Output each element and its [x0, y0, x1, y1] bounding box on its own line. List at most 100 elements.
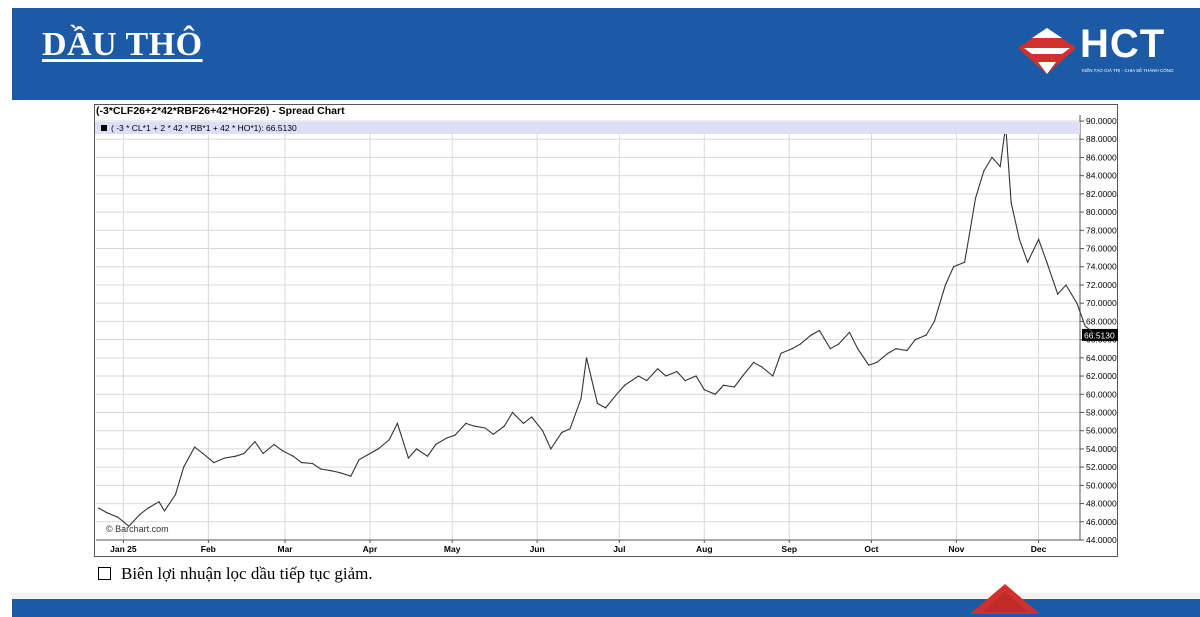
- spread-data-point: [254, 441, 256, 443]
- y-tick-label: 82.0000: [1086, 189, 1117, 199]
- spread-data-point: [484, 427, 486, 429]
- y-tick-label: 44.0000: [1086, 535, 1117, 545]
- axis-layer: 44.0000 46.0000 48.0000 50.0000 52.0000 54.00…: [96, 115, 1118, 554]
- spread-data-point: [503, 425, 505, 427]
- y-tick-label: 52.0000: [1086, 462, 1117, 472]
- y-tick-label: 58.0000: [1086, 407, 1117, 417]
- y-tick-label: 76.0000: [1086, 244, 1117, 254]
- spread-data-point: [848, 331, 851, 333]
- spread-data-point: [857, 348, 859, 350]
- y-tick-label: 72.0000: [1086, 280, 1117, 290]
- spread-data-point: [665, 375, 667, 377]
- spread-data-point: [426, 455, 429, 457]
- y-tick-label: 78.0000: [1086, 225, 1117, 235]
- spread-chart: 44.0000 46.0000 48.0000 50.0000 52.0000 54.00…: [96, 115, 1118, 554]
- spread-data-point: [964, 261, 966, 263]
- x-tick-label: Aug: [696, 544, 713, 554]
- bullet-note: Biên lợi nhuận lọc dầu tiếp tục giảm.: [98, 564, 373, 584]
- x-tick-label: Apr: [363, 544, 378, 554]
- spread-data-point: [969, 229, 971, 231]
- spread-data-point: [837, 343, 840, 345]
- spread-data-point: [829, 348, 831, 350]
- spread-data-point: [358, 459, 360, 461]
- x-tick-label: Oct: [864, 544, 878, 554]
- spread-data-point: [281, 450, 283, 452]
- spread-data-point: [473, 425, 475, 427]
- x-tick-label: Jul: [613, 544, 625, 554]
- spread-data-point: [605, 407, 607, 409]
- spread-data-point: [202, 452, 204, 455]
- spread-data-point: [999, 165, 1001, 168]
- spread-data-point: [320, 468, 322, 470]
- spread-data-point: [1057, 293, 1059, 295]
- spread-data-point: [799, 343, 801, 345]
- spread-data-point: [657, 368, 659, 370]
- spread-data-point: [1095, 334, 1097, 336]
- x-tick-label: Sep: [781, 544, 797, 554]
- spread-data-point: [292, 455, 294, 457]
- spread-data-point: [139, 513, 141, 516]
- spread-data-point: [531, 416, 533, 418]
- spread-data-point: [174, 493, 177, 496]
- spread-data-point: [953, 266, 955, 268]
- spread-data-point: [933, 320, 936, 322]
- spread-data-point: [580, 398, 582, 400]
- x-tick-label: Mar: [277, 544, 293, 554]
- spread-data-point: [676, 370, 678, 373]
- spread-data-point: [646, 380, 648, 382]
- spread-data-point: [780, 352, 782, 354]
- spread-data-point: [388, 439, 390, 441]
- spread-data-point: [703, 389, 705, 391]
- y-tick-label: 74.0000: [1086, 262, 1117, 272]
- spread-data-point: [944, 284, 947, 286]
- spread-data-point: [991, 156, 993, 158]
- y-tick-label: 46.0000: [1086, 517, 1117, 527]
- spread-data-point: [1018, 238, 1021, 240]
- x-tick-label: Jan 25: [110, 544, 137, 554]
- spread-data-point: [868, 364, 870, 366]
- spread-data-point: [511, 411, 514, 414]
- spread-data-point: [377, 448, 379, 450]
- spread-data-point: [98, 507, 100, 509]
- spread-data-point: [117, 516, 119, 518]
- spread-series-line: [98, 125, 1097, 528]
- y-tick-label: 64.0000: [1086, 353, 1117, 363]
- y-tick-label: 48.0000: [1086, 499, 1117, 509]
- spread-data-point: [311, 462, 314, 465]
- spread-data-point: [695, 375, 697, 377]
- y-tick-label: 54.0000: [1086, 444, 1117, 454]
- spread-data-point: [733, 386, 736, 388]
- spread-data-point: [561, 431, 563, 434]
- spread-data-point: [446, 437, 448, 439]
- spread-data-point: [454, 434, 456, 436]
- y-tick-label: 56.0000: [1086, 426, 1117, 436]
- y-tick-label: 70.0000: [1086, 298, 1117, 308]
- spread-data-point: [1084, 325, 1086, 327]
- spread-data-point: [350, 475, 352, 477]
- y-tick-label: 84.0000: [1086, 171, 1117, 181]
- spread-data-point: [714, 393, 716, 395]
- y-tick-label: 60.0000: [1086, 389, 1117, 399]
- spread-data-point: [1065, 284, 1067, 286]
- spread-data-point: [235, 455, 237, 457]
- spread-data-point: [550, 448, 552, 450]
- spread-data-point: [810, 334, 812, 336]
- spread-data-point: [416, 448, 418, 450]
- x-tick-label: May: [444, 544, 461, 554]
- y-tick-label: 50.0000: [1086, 480, 1117, 490]
- spread-data-point: [684, 380, 686, 382]
- spread-data-point: [637, 375, 640, 377]
- spread-data-point: [925, 334, 927, 336]
- spread-data-point: [163, 510, 166, 512]
- spread-data-point: [435, 443, 437, 445]
- spread-data-point: [983, 170, 985, 172]
- y-tick-label: 90.0000: [1086, 116, 1117, 126]
- spread-data-point: [624, 384, 626, 386]
- spread-data-point: [262, 452, 264, 455]
- y-tick-label: 88.0000: [1086, 134, 1117, 144]
- series-layer: [98, 125, 1097, 528]
- checkbox-bullet-icon: [98, 567, 111, 580]
- spread-data-point: [585, 357, 588, 359]
- spread-data-point: [465, 422, 467, 424]
- y-tick-label: 68.0000: [1086, 316, 1117, 326]
